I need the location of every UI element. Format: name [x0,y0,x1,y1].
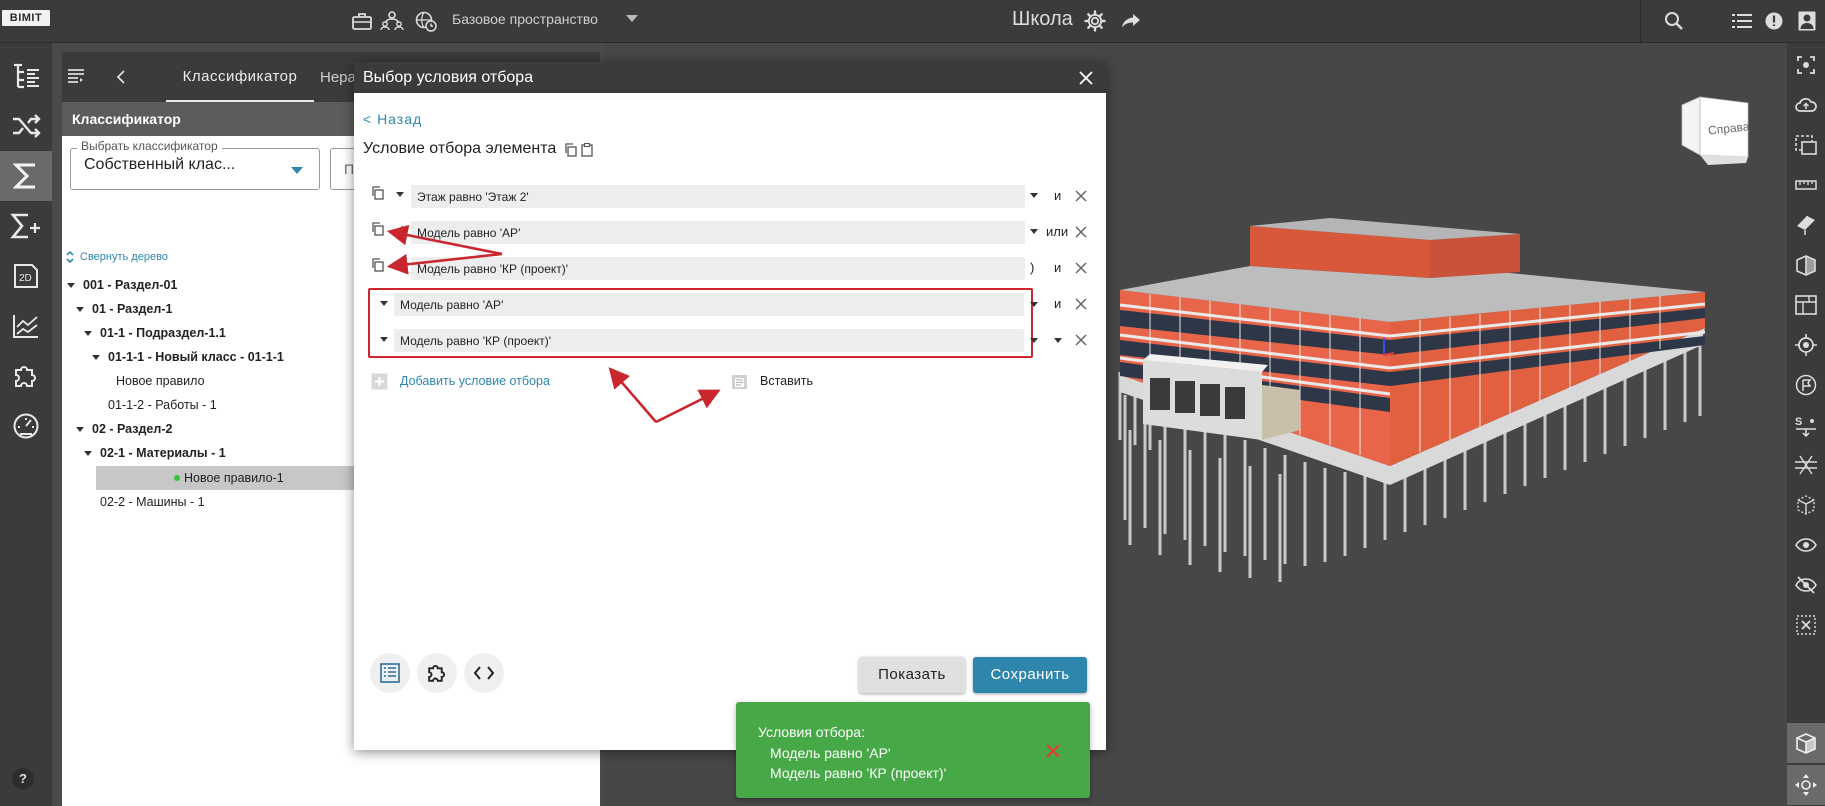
section-box-icon[interactable] [1787,125,1825,165]
top-bar: BIMIT Базовое пространство Школа [0,0,1825,43]
filter-condition-dialog: Выбор условия отбора < Назад Условие отб… [354,62,1106,750]
tab-second[interactable]: Нера [320,52,356,102]
grid-axes-icon[interactable] [1787,445,1825,485]
storey-icon[interactable]: S [1787,405,1825,445]
status-dot [174,475,180,481]
cube-view-icon[interactable] [1787,723,1825,763]
flag-icon[interactable] [1787,365,1825,405]
briefcase-icon[interactable] [350,9,374,33]
collapse-tree-label: Свернуть дерево [80,251,168,263]
share-icon[interactable] [1119,9,1143,33]
space-selector[interactable]: Базовое пространство [452,11,598,27]
classifier-select-label: Выбрать классификатор [77,139,222,153]
tree-icon[interactable] [0,51,52,101]
caret-down-icon[interactable] [76,306,84,312]
chart-lines-icon[interactable] [0,301,52,351]
orbit-navigation-icon[interactable] [1787,765,1825,805]
sigma-plus-icon[interactable] [0,201,52,251]
tree-item[interactable]: 01 - Раздел-1 [76,297,376,321]
cube-section-icon[interactable] [1787,245,1825,285]
app-logo: BIMIT [2,10,50,26]
user-account-icon[interactable] [1795,9,1819,33]
chevron-down-icon[interactable] [291,167,303,174]
toast-line: Модель равно 'АР' [770,745,891,761]
close-icon[interactable] [1045,743,1063,761]
code-view-button[interactable] [464,653,504,693]
svg-text:2D: 2D [19,273,32,284]
svg-text:S: S [1795,416,1802,428]
tree-item-selected[interactable]: Новое правило-1 [96,466,388,490]
caret-down-icon[interactable] [84,450,92,456]
eye-off-icon[interactable] [1787,565,1825,605]
notification-toast: Условия отбора: Модель равно 'АР' Модель… [736,702,1090,798]
code-icon [474,666,494,680]
notifications-icon[interactable] [1762,9,1786,33]
target-icon[interactable] [1787,325,1825,365]
team-icon[interactable] [380,9,404,33]
collapse-tree-button[interactable]: Свернуть дерево [66,250,168,264]
toast-line: Модель равно 'КР (проект)' [770,765,947,781]
globe-clock-icon[interactable] [414,9,438,33]
box-dashed-icon[interactable] [1787,485,1825,525]
caret-down-icon[interactable] [84,330,92,336]
gear-icon[interactable] [1083,9,1107,33]
tree-item[interactable]: 02-1 - Материалы - 1 [84,441,384,465]
help-icon[interactable]: ? [12,768,34,790]
search-icon[interactable] [1662,9,1686,33]
puzzle-icon [428,665,445,682]
floor-plan-icon[interactable] [1787,285,1825,325]
annotation-arrows [386,224,721,424]
puzzle-icon[interactable] [0,351,52,401]
view-cube[interactable]: Справа [1680,93,1750,167]
cloud-upload-icon[interactable] [1787,85,1825,125]
section-plane-icon[interactable] [1787,205,1825,245]
fit-view-icon[interactable] [1787,45,1825,85]
tree-item[interactable]: 02 - Раздел-2 [76,417,376,441]
ruler-icon[interactable] [1787,165,1825,205]
tree-item[interactable]: 001 - Раздел-01 [67,273,367,297]
caret-down-icon[interactable] [76,426,84,432]
classifier-select-value: Собственный клас... [84,156,236,173]
tree-item[interactable]: 01-1-1 - Новый класс - 01-1-1 [92,345,392,369]
save-button[interactable]: Сохранить [973,657,1087,693]
tab-classifier[interactable]: Классификатор [166,52,314,102]
show-button[interactable]: Показать [859,657,965,693]
gauge-icon[interactable] [0,401,52,451]
box-remove-icon[interactable] [1787,605,1825,645]
menu-collapse-icon[interactable] [68,69,84,83]
plugin-button[interactable] [417,653,457,693]
shuffle-icon[interactable] [0,101,52,151]
tree-item[interactable]: 01-1 - Подраздел-1.1 [84,321,384,345]
toast-title: Условия отбора: [758,724,865,740]
right-toolbar: S [1787,43,1825,806]
list-icon [380,663,400,683]
list-icon[interactable] [1730,9,1754,33]
2d-view-icon[interactable]: 2D [0,251,52,301]
chevron-down-icon[interactable] [626,15,638,22]
tabs-prev-icon[interactable] [116,70,126,84]
project-title: Школа [1012,8,1073,30]
topbar-divider [1640,0,1641,43]
caret-down-icon[interactable] [67,282,75,288]
expand-collapse-icon [66,250,74,264]
left-toolbar: 2D [0,43,52,806]
caret-down-icon[interactable] [92,354,100,360]
eye-icon[interactable] [1787,525,1825,565]
list-view-button[interactable] [370,653,410,693]
sigma-icon[interactable] [0,151,52,201]
